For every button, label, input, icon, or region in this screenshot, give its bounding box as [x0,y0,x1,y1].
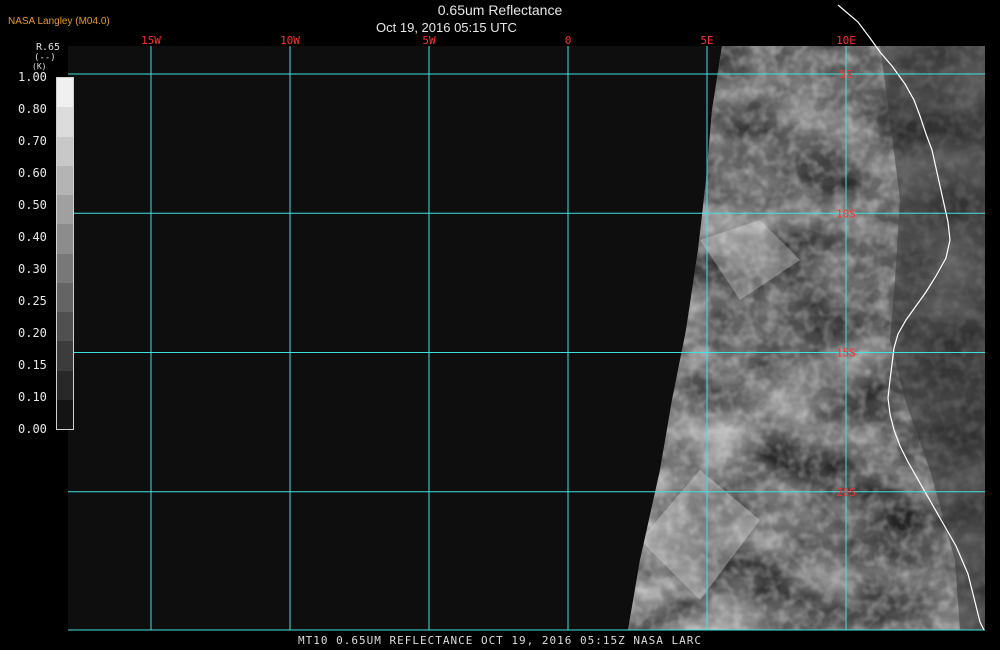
meridian-label: 0 [565,34,572,47]
legend-tick-label: 0.80 [18,102,47,116]
meridian-label: 5W [422,34,436,47]
parallel-label: 10S [836,207,856,220]
legend-tick-label: 0.70 [18,134,47,148]
parallel-label: 20S [836,486,856,499]
meridian-label: 15W [141,34,161,47]
legend-swatch [57,312,73,342]
legend-tick-label: 0.30 [18,262,47,276]
image-datetime: Oct 19, 2016 05:15 UTC [376,20,517,35]
legend-swatch [57,370,73,400]
legend-tick-label: 0.20 [18,326,47,340]
legend-title: R.65 [36,42,61,53]
image-title: 0.65um Reflectance [437,2,563,18]
parallel-label: 15S [836,347,856,360]
satellite-image-viewer: 15W 10W 5W 0 5E 10E 5S 10S 15S 20S NASA Langley (… [0,0,1000,650]
legend-swatch [57,165,73,195]
meridian-label: 10W [280,34,300,47]
legend-tick-label: 0.25 [18,294,47,308]
legend-tick-label: 0.15 [18,358,47,372]
legend-tick-label: 0.40 [18,230,47,244]
legend-swatch [57,253,73,283]
legend-swatch [57,107,73,137]
meridian-label: 5E [700,34,713,47]
legend-tick-label: 0.60 [18,166,47,180]
legend-swatch [57,282,73,312]
legend-tick-label: 0.10 [18,390,47,404]
legend-tick-label: 0.50 [18,198,47,212]
legend-swatch [57,195,73,225]
legend-tick-label: 0.00 [18,422,47,436]
legend-swatch [57,341,73,371]
legend-swatch [57,136,73,166]
satellite-map: 15W 10W 5W 0 5E 10E 5S 10S 15S 20S [68,4,985,631]
legend-tick-label: 1.00 [18,70,47,84]
footer-caption: MT10 0.65UM REFLECTANCE OCT 19, 2016 05:… [298,634,702,647]
parallel-label: 5S [839,68,852,81]
legend-swatch [57,78,73,108]
legend-swatch [57,224,73,254]
color-legend-bar [56,77,74,430]
meridian-label: 10E [836,34,856,47]
legend-swatch [57,399,73,429]
